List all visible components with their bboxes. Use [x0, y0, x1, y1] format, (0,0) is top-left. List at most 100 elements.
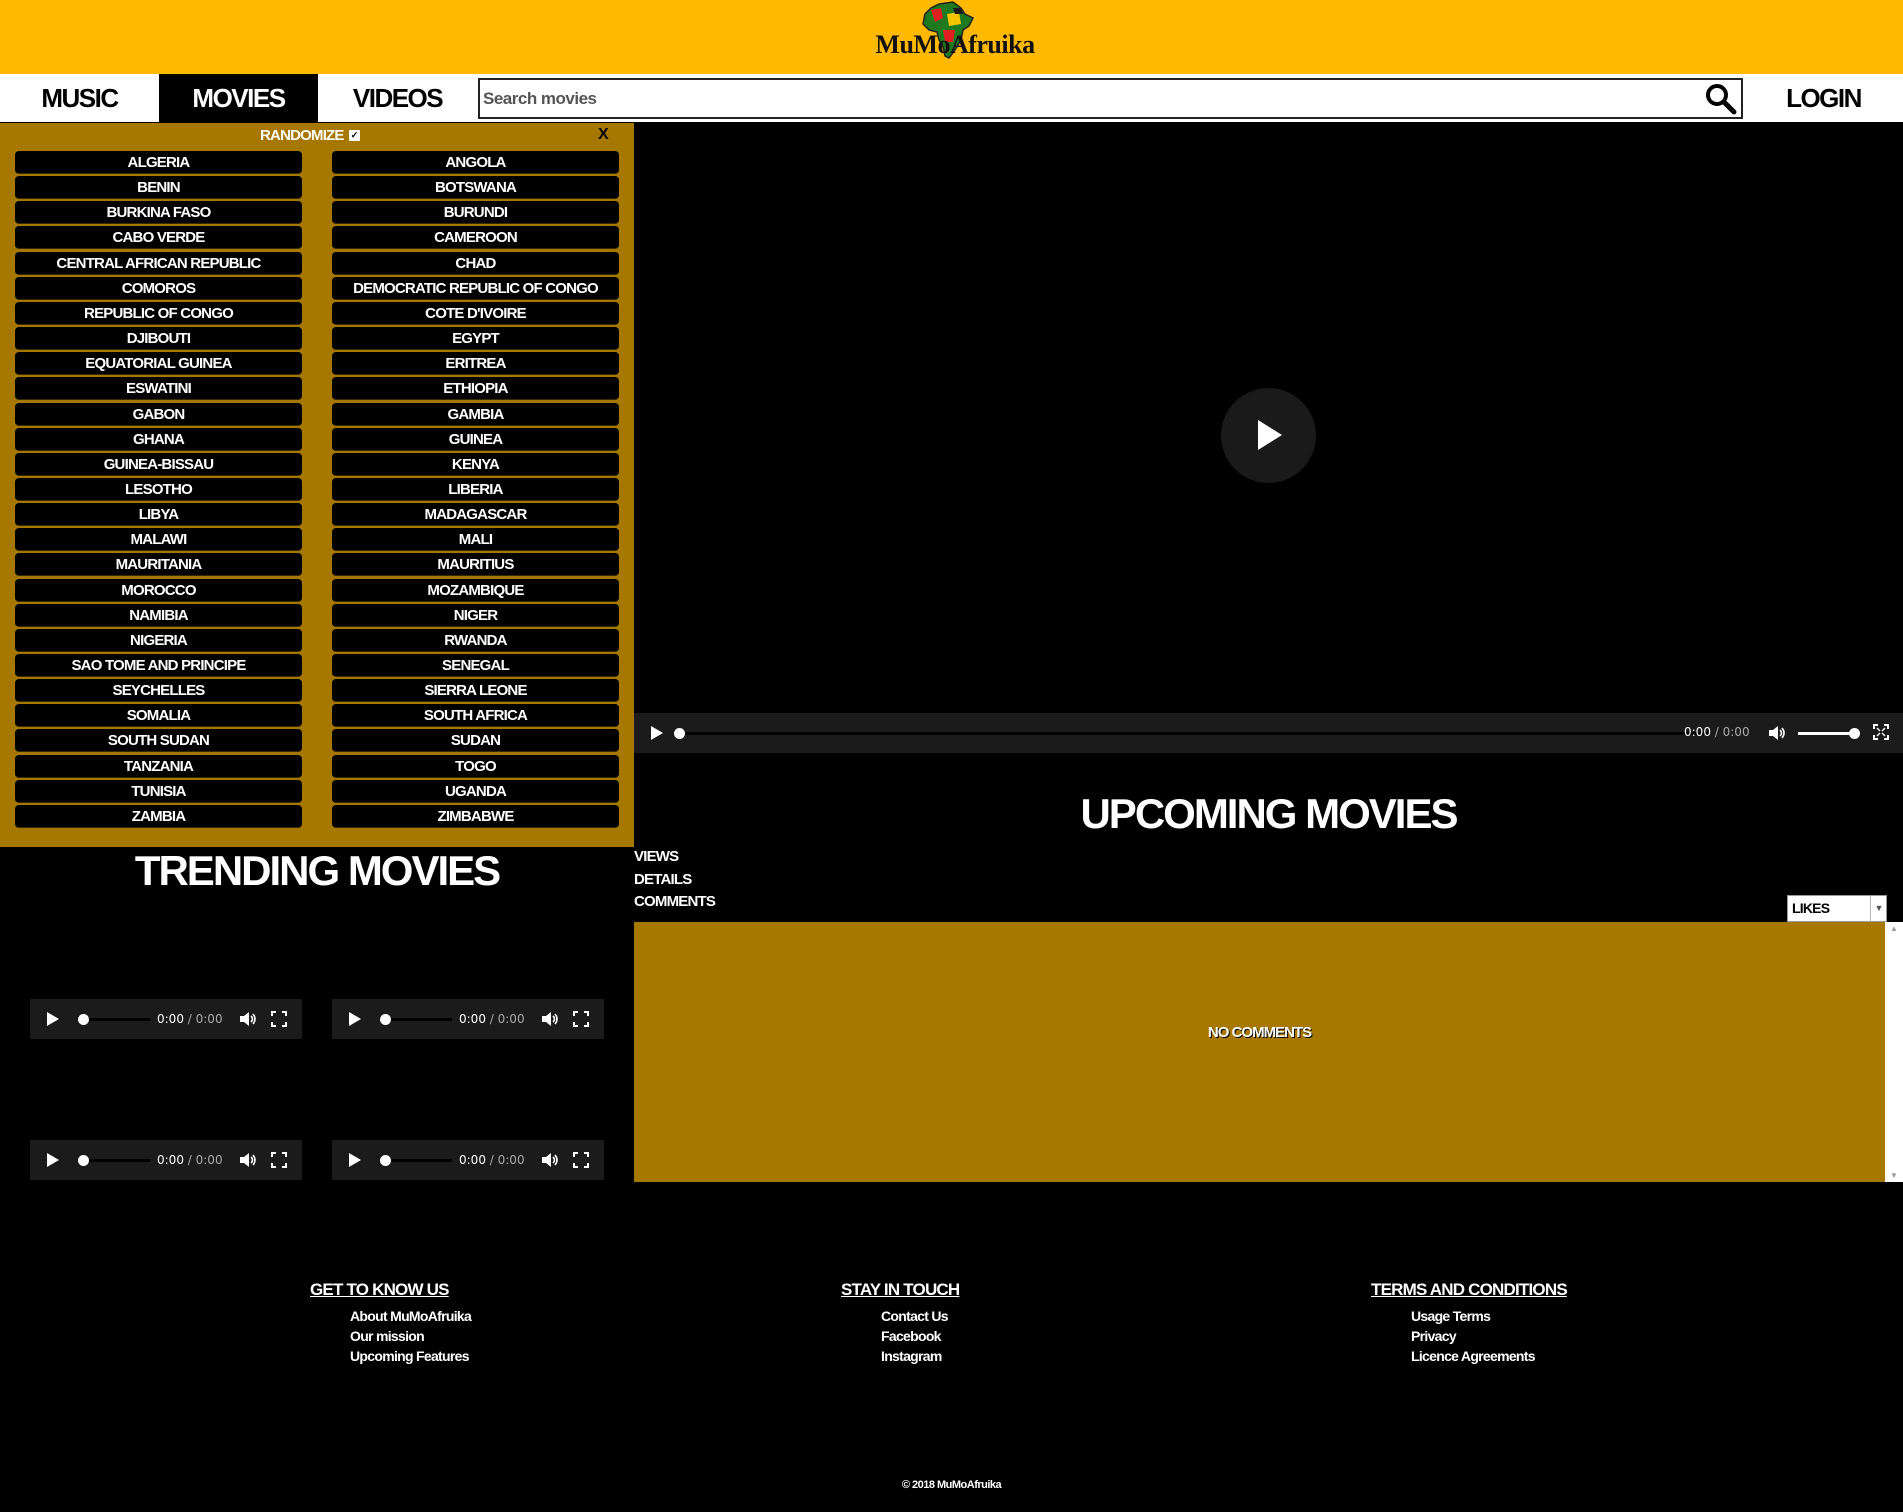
footer-heading[interactable]: TERMS AND CONDITIONS — [1371, 1280, 1568, 1300]
footer-link-upcoming-features[interactable]: Upcoming Features — [350, 1346, 471, 1366]
country-button[interactable]: ALGERIA — [15, 151, 302, 174]
footer-heading[interactable]: STAY IN TOUCH — [841, 1280, 960, 1300]
country-button[interactable]: ANGOLA — [332, 151, 619, 174]
details-link[interactable]: DETAILS — [634, 871, 692, 888]
fullscreen-icon[interactable] — [271, 1011, 287, 1032]
seek-handle[interactable] — [380, 1014, 391, 1025]
trending-movie-player[interactable]: 0:00 / 0:00 — [30, 999, 302, 1039]
country-button[interactable]: COMOROS — [15, 277, 302, 300]
country-button[interactable]: MOROCCO — [15, 579, 302, 602]
country-button[interactable]: DEMOCRATIC REPUBLIC OF CONGO — [332, 277, 619, 300]
country-button[interactable]: SOUTH SUDAN — [15, 729, 302, 752]
footer-link-usage-terms[interactable]: Usage Terms — [1411, 1306, 1567, 1326]
country-button[interactable]: ERITREA — [332, 352, 619, 375]
country-button[interactable]: NIGERIA — [15, 629, 302, 652]
sort-select[interactable]: LIKES ▼ — [1787, 895, 1887, 922]
country-button[interactable]: ETHIOPIA — [332, 377, 619, 400]
play-icon[interactable] — [46, 1011, 60, 1032]
fullscreen-icon[interactable] — [573, 1152, 589, 1173]
country-button[interactable]: RWANDA — [332, 629, 619, 652]
volume-slider[interactable] — [1798, 732, 1854, 735]
seek-handle[interactable] — [674, 728, 685, 739]
country-button[interactable]: NAMIBIA — [15, 604, 302, 627]
country-button[interactable]: GHANA — [15, 428, 302, 451]
tab-videos[interactable]: VIDEOS — [318, 74, 477, 122]
country-button[interactable]: MAURITANIA — [15, 553, 302, 576]
close-icon[interactable]: X — [598, 126, 609, 144]
comments-scrollbar[interactable]: ▲ ▼ — [1885, 922, 1903, 1182]
checkbox-checked-icon[interactable]: ✓ — [348, 130, 360, 141]
volume-handle[interactable] — [1849, 728, 1860, 739]
country-button[interactable]: MALAWI — [15, 528, 302, 551]
volume-icon[interactable] — [1768, 725, 1786, 746]
country-button[interactable]: SAO TOME AND PRINCIPE — [15, 654, 302, 677]
footer-link-instagram[interactable]: Instagram — [881, 1346, 959, 1366]
country-button[interactable]: CAMEROON — [332, 226, 619, 249]
trending-movie-player[interactable]: 0:00 / 0:00 — [332, 1140, 604, 1180]
volume-icon[interactable] — [541, 1011, 559, 1032]
seek-handle[interactable] — [78, 1014, 89, 1025]
seek-bar[interactable] — [679, 732, 1709, 735]
country-button[interactable]: BOTSWANA — [332, 176, 619, 199]
footer-link-privacy[interactable]: Privacy — [1411, 1326, 1567, 1346]
country-button[interactable]: MAURITIUS — [332, 553, 619, 576]
country-button[interactable]: SOUTH AFRICA — [332, 704, 619, 727]
play-icon[interactable] — [348, 1011, 362, 1032]
footer-link-about[interactable]: About MuMoAfruika — [350, 1306, 472, 1326]
country-button[interactable]: LIBYA — [15, 503, 302, 526]
country-button[interactable]: CABO VERDE — [15, 226, 302, 249]
country-button[interactable]: ESWATINI — [15, 377, 302, 400]
country-button[interactable]: KENYA — [332, 453, 619, 476]
country-button[interactable]: BENIN — [15, 176, 302, 199]
country-button[interactable]: MOZAMBIQUE — [332, 579, 619, 602]
volume-icon[interactable] — [239, 1011, 257, 1032]
scroll-down-icon[interactable]: ▼ — [1885, 1171, 1903, 1180]
country-button[interactable]: BURKINA FASO — [15, 201, 302, 224]
footer-link-facebook[interactable]: Facebook — [881, 1326, 959, 1346]
country-button[interactable]: TOGO — [332, 755, 619, 778]
country-button[interactable]: TUNISIA — [15, 780, 302, 803]
country-button[interactable]: GABON — [15, 403, 302, 426]
country-button[interactable]: LESOTHO — [15, 478, 302, 501]
login-button[interactable]: LOGIN — [1744, 74, 1903, 122]
country-button[interactable]: MADAGASCAR — [332, 503, 619, 526]
trending-movie-player[interactable]: 0:00 / 0:00 — [30, 1140, 302, 1180]
footer-link-mission[interactable]: Our mission — [350, 1326, 471, 1346]
country-button[interactable]: UGANDA — [332, 780, 619, 803]
play-icon[interactable] — [46, 1152, 60, 1173]
tab-movies[interactable]: MOVIES — [159, 74, 318, 122]
volume-icon[interactable] — [541, 1152, 559, 1173]
fullscreen-icon[interactable] — [1873, 724, 1889, 745]
big-play-button[interactable] — [1221, 388, 1316, 483]
country-button[interactable]: COTE D'IVOIRE — [332, 302, 619, 325]
country-button[interactable]: TANZANIA — [15, 755, 302, 778]
trending-movie-player[interactable]: 0:00 / 0:00 — [332, 999, 604, 1039]
footer-link-contact[interactable]: Contact Us — [881, 1306, 959, 1326]
country-button[interactable]: BURUNDI — [332, 201, 619, 224]
seek-handle[interactable] — [380, 1155, 391, 1166]
tab-music[interactable]: MUSIC — [0, 74, 159, 122]
country-button[interactable]: GUINEA — [332, 428, 619, 451]
fullscreen-icon[interactable] — [573, 1011, 589, 1032]
views-link[interactable]: VIEWS — [634, 848, 679, 865]
site-logo[interactable]: MuMoAfruika — [855, 0, 1055, 74]
fullscreen-icon[interactable] — [271, 1152, 287, 1173]
country-button[interactable]: SOMALIA — [15, 704, 302, 727]
country-button[interactable]: EQUATORIAL GUINEA — [15, 352, 302, 375]
country-button[interactable]: SENEGAL — [332, 654, 619, 677]
main-video-player[interactable]: 0:00 / 0:00 — [634, 123, 1903, 753]
country-button[interactable]: DJIBOUTI — [15, 327, 302, 350]
country-button[interactable]: SUDAN — [332, 729, 619, 752]
country-button[interactable]: GUINEA-BISSAU — [15, 453, 302, 476]
country-button[interactable]: GAMBIA — [332, 403, 619, 426]
country-button[interactable]: CENTRAL AFRICAN REPUBLIC — [15, 252, 302, 275]
country-button[interactable]: REPUBLIC OF CONGO — [15, 302, 302, 325]
seek-handle[interactable] — [78, 1155, 89, 1166]
footer-link-licence[interactable]: Licence Agreements — [1411, 1346, 1567, 1366]
country-button[interactable]: MALI — [332, 528, 619, 551]
volume-icon[interactable] — [239, 1152, 257, 1173]
country-button[interactable]: SIERRA LEONE — [332, 679, 619, 702]
scroll-up-icon[interactable]: ▲ — [1885, 924, 1903, 933]
search-input[interactable] — [480, 80, 1690, 117]
country-button[interactable]: CHAD — [332, 252, 619, 275]
